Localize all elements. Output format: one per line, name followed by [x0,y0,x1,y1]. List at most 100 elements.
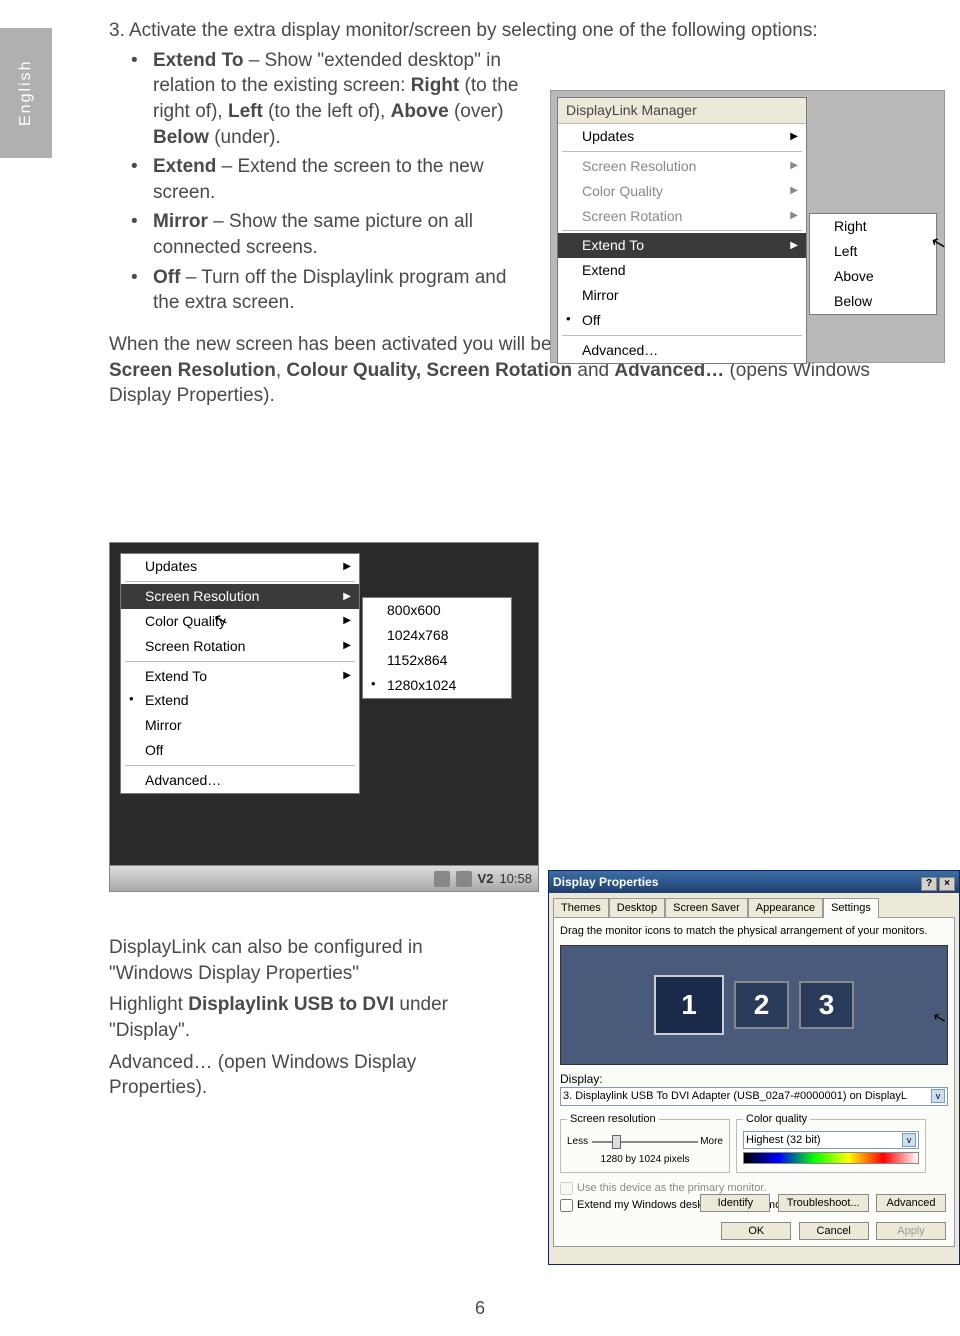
help-button[interactable]: ? [921,877,937,891]
identify-button[interactable]: Identify [700,1194,770,1212]
chevron-right-icon: ▶ [343,614,351,628]
menu-item-off[interactable]: Off [121,738,359,763]
monitor-1[interactable]: 1 [654,975,724,1035]
monitor-3[interactable]: 3 [799,981,854,1029]
menu-item-advanced[interactable]: Advanced… [558,338,806,363]
chevron-right-icon: ▶ [790,130,798,144]
window-titlebar: Display Properties ?× [549,871,959,893]
separator [125,765,355,766]
submenu-resolution: 800x600 1024x768 1152x864 1280x1024 [362,597,512,699]
window-buttons: ?× [919,874,955,891]
advanced-button[interactable]: Advanced [876,1194,946,1212]
submenu-item-left[interactable]: Left [810,239,936,264]
menu-item-extend-to[interactable]: Extend To▶ [121,664,359,689]
t: Below [153,127,209,148]
t: Extend To [153,50,243,71]
step-text: Activate the extra display monitor/scree… [129,20,818,41]
checkbox[interactable] [560,1182,573,1195]
button-row-2: OK Cancel Apply [717,1222,946,1240]
separator [125,661,355,662]
menu-item-mirror[interactable]: Mirror [558,283,806,308]
p: Highlight Displaylink USB to DVI under "… [109,992,499,1043]
tab-settings[interactable]: Settings [823,898,879,918]
menu-item-color-quality[interactable]: Color Quality▶ [121,609,359,634]
tab-screensaver[interactable]: Screen Saver [665,898,748,918]
screenshot-display-properties: Display Properties ?× Themes Desktop Scr… [548,870,960,1265]
t: Extend To [145,667,207,686]
tray-label: V2 [478,870,494,888]
t: Highlight [109,994,188,1015]
t: Left [834,242,857,261]
ok-button[interactable]: OK [721,1222,791,1240]
option-mirror: Mirror – Show the same picture on all co… [131,209,531,260]
t: Above [391,101,449,122]
dropdown-icon: v [902,1133,916,1147]
resolution-slider[interactable]: Less More [567,1133,723,1151]
resolution-1024x768[interactable]: 1024x768 [363,623,511,648]
window-title: Display Properties [553,874,658,890]
tabs: Themes Desktop Screen Saver Appearance S… [549,893,959,917]
option-extend-to: Extend To – Show "extended desktop" in r… [131,48,531,151]
t: Right [834,217,867,236]
t: Right [411,75,460,96]
t: (over) [449,101,504,122]
menu-item-screen-rotation[interactable]: Screen Rotation ▶ [121,634,359,659]
menu-item-screen-rotation[interactable]: Screen Rotation▶ [558,204,806,229]
menu-item-screen-resolution[interactable]: Screen Resolution▶ [121,584,359,609]
monitor-arrangement[interactable]: 1 2 3 [560,945,948,1065]
legend: Color quality [743,1112,810,1127]
chevron-right-icon: ▶ [343,560,351,574]
screen-resolution-group: Screen resolution Less More 1280 by 1024… [560,1112,730,1173]
submenu-item-right[interactable]: Right [810,214,936,239]
resolution-800x600[interactable]: 800x600 [363,598,511,623]
t: Extend [153,156,216,177]
label-more: More [700,1135,723,1149]
t: Screen Rotation [145,637,245,656]
chevron-right-icon: ▶ [343,639,351,653]
apply-button[interactable]: Apply [876,1222,946,1240]
taskbar: V2 10:58 [110,865,538,891]
color-bar [743,1152,919,1164]
menu-item-advanced[interactable]: Advanced… [121,768,359,793]
t: Below [834,292,872,311]
troubleshoot-button[interactable]: Troubleshoot... [778,1194,869,1212]
chevron-right-icon: ▶ [790,184,798,198]
chevron-right-icon: ▶ [790,159,798,173]
resolution-1280x1024[interactable]: 1280x1024 [363,673,511,698]
display-combo[interactable]: 3. Displaylink USB To DVI Adapter (USB_0… [560,1087,948,1106]
t: 1024x768 [387,626,449,645]
color-quality-combo[interactable]: Highest (32 bit)v [743,1131,919,1150]
slider-thumb[interactable] [612,1135,621,1149]
t: Off [153,267,180,288]
menu-item-updates[interactable]: Updates▶ [121,554,359,579]
tray-icon[interactable] [434,871,450,887]
tab-themes[interactable]: Themes [553,898,609,918]
resolution-1152x864[interactable]: 1152x864 [363,648,511,673]
separator [562,151,802,152]
menu-item-mirror[interactable]: Mirror [121,713,359,738]
t: Off [145,741,163,760]
submenu-item-below[interactable]: Below [810,289,936,314]
menu-item-color-quality[interactable]: Color Quality▶ [558,179,806,204]
menu-item-off[interactable]: Off [558,308,806,333]
menu-item-extend-to[interactable]: Extend To▶ [558,233,806,258]
monitor-2[interactable]: 2 [734,981,789,1029]
tab-desktop[interactable]: Desktop [609,898,665,918]
checkbox[interactable] [560,1199,573,1212]
t: Advanced… [145,771,221,790]
cancel-button[interactable]: Cancel [799,1222,869,1240]
submenu-item-above[interactable]: Above [810,264,936,289]
menu-item-extend[interactable]: Extend [121,688,359,713]
close-button[interactable]: × [939,877,955,891]
t: 800x600 [387,601,441,620]
tray-icon[interactable] [456,871,472,887]
slider-track [592,1141,698,1143]
menu-item-updates[interactable]: Updates▶ [558,124,806,149]
menu-item-screen-resolution[interactable]: Screen Resolution ▶ [558,154,806,179]
t: Screen Resolution [582,157,696,176]
t: Left [228,101,263,122]
lower-text: DisplayLink can also be configured in "W… [109,935,499,1107]
tab-appearance[interactable]: Appearance [748,898,823,918]
menu-item-extend[interactable]: Extend [558,258,806,283]
t: Colour Quality, Screen Rotation [286,360,572,381]
